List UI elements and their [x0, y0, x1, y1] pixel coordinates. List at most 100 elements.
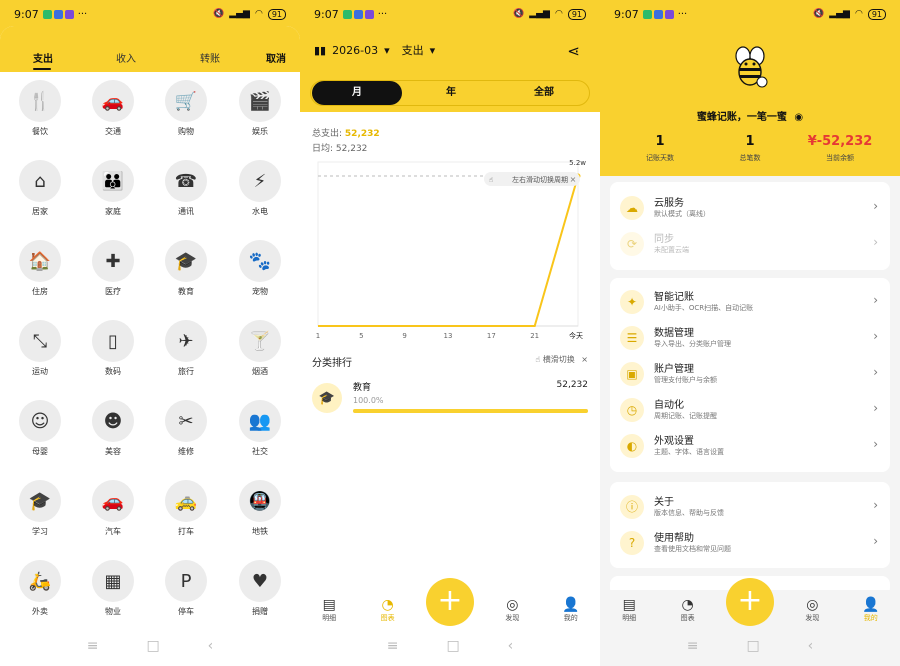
category-icon: ✈ [165, 320, 207, 362]
menu-help[interactable]: ? 使用帮助 查看使用文档和常见问题 › [610, 525, 890, 561]
menu-appearance[interactable]: ◐ 外观设置 主题、字体、语言设置 › [610, 428, 890, 464]
back-icon[interactable]: ‹ [808, 638, 814, 654]
add-record-button[interactable]: + [426, 578, 474, 626]
segment-year[interactable]: 年 [406, 81, 496, 105]
back-icon[interactable]: ‹ [508, 638, 514, 654]
tab-me[interactable]: 👤 我的 [851, 597, 891, 623]
category-item[interactable]: 🛒 购物 [156, 80, 216, 137]
category-icon: 👪 [92, 160, 134, 202]
category-item[interactable]: 🏠 住房 [10, 240, 70, 297]
category-item[interactable]: P 停车 [156, 560, 216, 617]
category-item[interactable]: 🛵 外卖 [10, 560, 70, 617]
category-item[interactable]: 🍸 烟酒 [230, 320, 290, 377]
rank-category-name[interactable]: 教育 [353, 380, 371, 393]
category-item[interactable]: ▯ 数码 [83, 320, 143, 377]
home-icon[interactable]: □ [446, 638, 459, 654]
close-icon[interactable]: × [570, 175, 577, 184]
category-icon: 🎬 [239, 80, 281, 122]
category-item[interactable]: 🚗 交通 [83, 80, 143, 137]
menu-icon[interactable]: ≡ [687, 638, 699, 654]
rank-progress-fill [353, 409, 588, 413]
category-icon: 🚇 [239, 480, 281, 522]
category-item[interactable]: 🎓 教育 [156, 240, 216, 297]
menu-automation[interactable]: ◷ 自动化 周期记账、记账提醒 › [610, 392, 890, 428]
menu-sync[interactable]: ⟳ 同步 未配置云端 › [610, 226, 890, 262]
tab-charts[interactable]: ◔ 图表 [368, 597, 408, 623]
category-item[interactable]: 🚕 打车 [156, 480, 216, 537]
cancel-button[interactable]: 取消 [266, 50, 286, 65]
back-icon[interactable]: ‹ [208, 638, 214, 654]
category-item[interactable]: ✂ 维修 [156, 400, 216, 457]
category-item[interactable]: ✈ 旅行 [156, 320, 216, 377]
menu-account-management[interactable]: ▣ 账户管理 管理支付账户与余额 › [610, 356, 890, 392]
period-dropdown[interactable]: 2026-03 [332, 44, 378, 57]
tab-details[interactable]: ▤ 明细 [309, 597, 349, 623]
category-item[interactable]: 🐾 宠物 [230, 240, 290, 297]
tab-discover[interactable]: ◎ 发现 [792, 597, 832, 623]
category-item[interactable]: 👥 社交 [230, 400, 290, 457]
segment-all[interactable]: 全部 [499, 81, 589, 105]
chevron-down-icon: ▾ [429, 43, 436, 57]
category-item[interactable]: 🎬 娱乐 [230, 80, 290, 137]
category-item[interactable]: ▦ 物业 [83, 560, 143, 617]
tab-transfer[interactable]: 转账 [200, 50, 220, 65]
category-item[interactable]: ⌂ 居家 [10, 160, 70, 217]
category-item[interactable]: ☺ 母婴 [10, 400, 70, 457]
category-item[interactable]: ✚ 医疗 [83, 240, 143, 297]
tab-income[interactable]: 收入 [116, 50, 136, 65]
category-icon: 🚕 [165, 480, 207, 522]
expense-line-chart[interactable]: 1 5 9 13 17 21 今天 5.2w左右滑动切换周期 × ☝ [308, 156, 592, 346]
list-icon: ▤ [322, 597, 336, 613]
tab-me[interactable]: 👤 我的 [551, 597, 591, 623]
category-item[interactable]: ☎ 通讯 [156, 160, 216, 217]
stat-balance-caption: 当前余额 [826, 154, 854, 162]
category-item[interactable]: 🍴 餐饮 [10, 80, 70, 137]
features-card: ✦ 智能记账 AI小助手、OCR扫描、自动记账 › ☰ 数据管理 导入导出、分类… [610, 278, 890, 472]
type-dropdown[interactable]: 支出 [402, 42, 424, 58]
category-label: 维修 [178, 447, 194, 456]
tab-discover[interactable]: ◎ 发现 [492, 597, 532, 623]
ranking-hint[interactable]: ☝ 横滑切换 × [535, 354, 588, 365]
menu-icon[interactable]: ≡ [87, 638, 99, 654]
category-item[interactable]: 🚗 汽车 [83, 480, 143, 537]
category-label: 母婴 [32, 447, 48, 456]
tab-details[interactable]: ▤ 明细 [609, 597, 649, 623]
category-item[interactable]: ♥ 捐赠 [230, 560, 290, 617]
menu-subtitle: 未配置云端 [654, 246, 689, 254]
menu-cloud-service[interactable]: ☁ 云服务 默认模式（离线） › [610, 190, 890, 226]
category-item[interactable]: ⤡ 运动 [10, 320, 70, 377]
chart-area [317, 161, 579, 327]
category-label: 打车 [178, 527, 194, 536]
category-label: 停车 [178, 607, 194, 616]
category-item[interactable]: 🚇 地铁 [230, 480, 290, 537]
about-card: ⓘ 关于 版本信息、帮助与反馈 › ? 使用帮助 查看使用文档和常见问题 › [610, 482, 890, 568]
menu-icon[interactable]: ≡ [387, 638, 399, 654]
cloud-icon: ☁ [620, 196, 644, 220]
segment-month[interactable]: 月 [312, 81, 402, 105]
home-icon[interactable]: □ [146, 638, 159, 654]
menu-about[interactable]: ⓘ 关于 版本信息、帮助与反馈 › [610, 489, 890, 525]
bee-logo-icon[interactable] [732, 44, 768, 88]
tab-discover-label: 发现 [805, 614, 820, 622]
tab-expense[interactable]: 支出 [33, 50, 53, 65]
category-label: 教育 [178, 287, 194, 296]
eye-icon[interactable]: ◉ [794, 112, 803, 123]
category-item[interactable]: ⚡ 水电 [230, 160, 290, 217]
share-icon[interactable]: ⋖ [567, 42, 580, 60]
menu-data-management[interactable]: ☰ 数据管理 导入导出、分类账户管理 › [610, 320, 890, 356]
category-icon: ▯ [92, 320, 134, 362]
close-icon[interactable]: × [581, 355, 588, 364]
category-label: 住房 [32, 287, 48, 296]
category-item[interactable]: 👪 家庭 [83, 160, 143, 217]
menu-subtitle: 周期记账、记账提醒 [654, 412, 717, 420]
menu-smart-bookkeeping[interactable]: ✦ 智能记账 AI小助手、OCR扫描、自动记账 › [610, 284, 890, 320]
add-record-button[interactable]: + [726, 578, 774, 626]
category-icon: 🍴 [19, 80, 61, 122]
category-item[interactable]: ☻ 美容 [83, 400, 143, 457]
category-icon: 🚗 [92, 480, 134, 522]
ranking-hint-label: 横滑切换 [542, 355, 575, 364]
category-item[interactable]: 🎓 学习 [10, 480, 70, 537]
tab-charts[interactable]: ◔ 图表 [668, 597, 708, 623]
rank-progress-bar [353, 409, 588, 413]
home-icon[interactable]: □ [746, 638, 759, 654]
